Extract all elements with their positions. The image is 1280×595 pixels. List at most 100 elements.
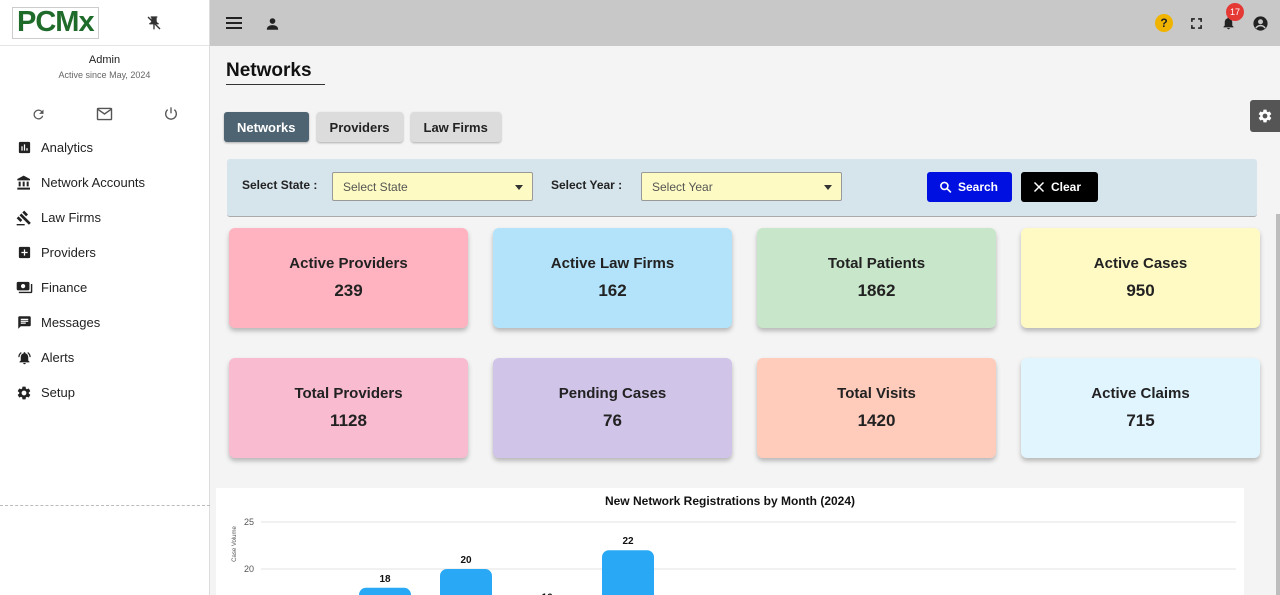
chevron-down-icon bbox=[824, 185, 832, 190]
mail-icon[interactable] bbox=[95, 104, 115, 124]
state-select-value: Select State bbox=[343, 179, 408, 194]
logo-text: PCMx bbox=[17, 6, 95, 38]
state-label: Select State : bbox=[242, 178, 318, 192]
stat-card-value: 162 bbox=[598, 281, 627, 300]
unpin-icon[interactable] bbox=[139, 8, 169, 38]
year-label: Select Year : bbox=[551, 178, 623, 192]
stat-card-title: Active Providers bbox=[289, 255, 408, 272]
stat-card-title: Active Cases bbox=[1093, 255, 1188, 272]
stat-card-total-patients: Total Patients 1862 bbox=[757, 228, 996, 328]
sidebar-item-law-firms[interactable]: Law Firms bbox=[0, 200, 209, 235]
chevron-down-icon bbox=[515, 185, 523, 190]
gear-icon bbox=[15, 384, 33, 402]
sidebar-item-label: Alerts bbox=[41, 350, 75, 365]
menu-icon[interactable] bbox=[224, 13, 244, 33]
search-icon bbox=[940, 181, 952, 193]
stat-card-value: 1862 bbox=[857, 281, 896, 300]
y-tick-label: 20 bbox=[244, 564, 254, 574]
person-icon[interactable] bbox=[262, 13, 282, 33]
stat-card-total-providers: Total Providers 1128 bbox=[229, 358, 468, 458]
stat-card-active-providers: Active Providers 239 bbox=[229, 228, 468, 328]
sidebar-item-finance[interactable]: Finance bbox=[0, 270, 209, 305]
alarm-bell-icon bbox=[15, 349, 33, 367]
stat-card-value: 76 bbox=[603, 411, 622, 430]
scrollbar[interactable] bbox=[1276, 214, 1280, 595]
stat-card-value: 239 bbox=[334, 281, 363, 300]
stat-card-value: 715 bbox=[1126, 411, 1155, 430]
sidebar-item-alerts[interactable]: Alerts bbox=[0, 340, 209, 375]
sidebar-item-label: Providers bbox=[41, 245, 96, 260]
help-icon[interactable]: ? bbox=[1154, 13, 1174, 33]
bank-icon bbox=[15, 174, 33, 192]
chat-icon bbox=[15, 314, 33, 332]
sidebar-item-network-accounts[interactable]: Network Accounts bbox=[0, 165, 209, 200]
state-select[interactable]: Select State bbox=[332, 172, 533, 201]
stat-card-title: Total Providers bbox=[294, 385, 403, 402]
sidebar-nav: Analytics Network Accounts Law Firms Pro… bbox=[0, 130, 209, 410]
sidebar-header: PCMx bbox=[0, 0, 209, 46]
account-icon[interactable] bbox=[1250, 13, 1270, 33]
settings-panel-toggle[interactable] bbox=[1250, 100, 1280, 132]
search-button[interactable]: Search bbox=[927, 172, 1012, 202]
year-select[interactable]: Select Year bbox=[641, 172, 842, 201]
search-button-label: Search bbox=[957, 180, 998, 194]
gavel-icon bbox=[15, 209, 33, 227]
title-underline bbox=[226, 84, 325, 85]
clear-button[interactable]: Clear bbox=[1021, 172, 1098, 202]
stat-card-total-visits: Total Visits 1420 bbox=[757, 358, 996, 458]
sidebar-item-label: Finance bbox=[41, 280, 88, 295]
sidebar-divider bbox=[0, 505, 210, 506]
power-icon[interactable] bbox=[161, 104, 181, 124]
stat-card-value: 1128 bbox=[330, 411, 367, 430]
notifications-icon[interactable]: 17 bbox=[1218, 3, 1244, 33]
close-icon bbox=[1033, 181, 1045, 193]
user-name: Admin bbox=[88, 54, 121, 66]
stat-card-title: Total Visits bbox=[837, 385, 916, 402]
tab-providers[interactable]: Providers bbox=[316, 112, 403, 142]
registrations-chart: New Network Registrations by Month (2024… bbox=[216, 488, 1244, 595]
chart-canvas: 2520Case Volume18201622 bbox=[232, 517, 1236, 595]
sidebar-item-messages[interactable]: Messages bbox=[0, 305, 209, 340]
chart-bar[interactable] bbox=[359, 587, 411, 595]
stat-card-value: 1420 bbox=[857, 411, 896, 430]
sidebar-item-analytics[interactable]: Analytics bbox=[0, 130, 209, 165]
medical-plus-icon bbox=[15, 244, 33, 262]
chart-bar[interactable] bbox=[602, 550, 654, 595]
page-tabs: Networks Providers Law Firms bbox=[224, 112, 501, 142]
help-label: ? bbox=[1155, 14, 1173, 32]
filter-bar: Select State : Select State Select Year … bbox=[227, 159, 1257, 217]
refresh-icon[interactable] bbox=[28, 104, 48, 124]
stat-card-title: Active Claims bbox=[1091, 385, 1190, 402]
stat-card-pending-cases: Pending Cases 76 bbox=[493, 358, 732, 458]
sidebar-item-label: Network Accounts bbox=[41, 175, 146, 190]
sidebar-item-label: Law Firms bbox=[41, 210, 101, 225]
fullscreen-icon[interactable] bbox=[1186, 13, 1206, 33]
stat-card-title: Active Law Firms bbox=[550, 255, 675, 272]
settings-gear-icon bbox=[1258, 109, 1272, 123]
tab-law-firms[interactable]: Law Firms bbox=[410, 112, 501, 142]
main-content: Networks Networks Providers Law Firms Se… bbox=[210, 46, 1280, 595]
notification-badge: 17 bbox=[1226, 3, 1244, 21]
user-since: Active since May, 2024 bbox=[58, 70, 151, 80]
top-bar: ? 17 bbox=[210, 0, 1280, 46]
sidebar-item-label: Setup bbox=[41, 385, 75, 400]
page-title: Networks bbox=[226, 60, 312, 81]
stat-card-title: Total Patients bbox=[827, 255, 926, 272]
sidebar: PCMx Admin Active since May, 2024 Analyt… bbox=[0, 0, 210, 595]
chart-bar[interactable] bbox=[440, 569, 492, 595]
user-profile: Admin Active since May, 2024 bbox=[0, 46, 209, 80]
clear-button-label: Clear bbox=[1051, 180, 1082, 194]
stat-card-active-cases: Active Cases 950 bbox=[1021, 228, 1260, 328]
tab-networks[interactable]: Networks bbox=[224, 112, 309, 142]
sidebar-item-label: Messages bbox=[41, 315, 101, 330]
stat-card-title: Pending Cases bbox=[558, 385, 667, 402]
quick-actions bbox=[0, 104, 209, 124]
sidebar-item-setup[interactable]: Setup bbox=[0, 375, 209, 410]
bar-data-label: 18 bbox=[379, 574, 391, 585]
sidebar-item-providers[interactable]: Providers bbox=[0, 235, 209, 270]
year-select-value: Select Year bbox=[652, 179, 713, 194]
app-logo[interactable]: PCMx bbox=[12, 6, 99, 39]
stat-card-active-claims: Active Claims 715 bbox=[1021, 358, 1260, 458]
payments-icon bbox=[15, 279, 33, 297]
sidebar-item-label: Analytics bbox=[41, 140, 94, 155]
